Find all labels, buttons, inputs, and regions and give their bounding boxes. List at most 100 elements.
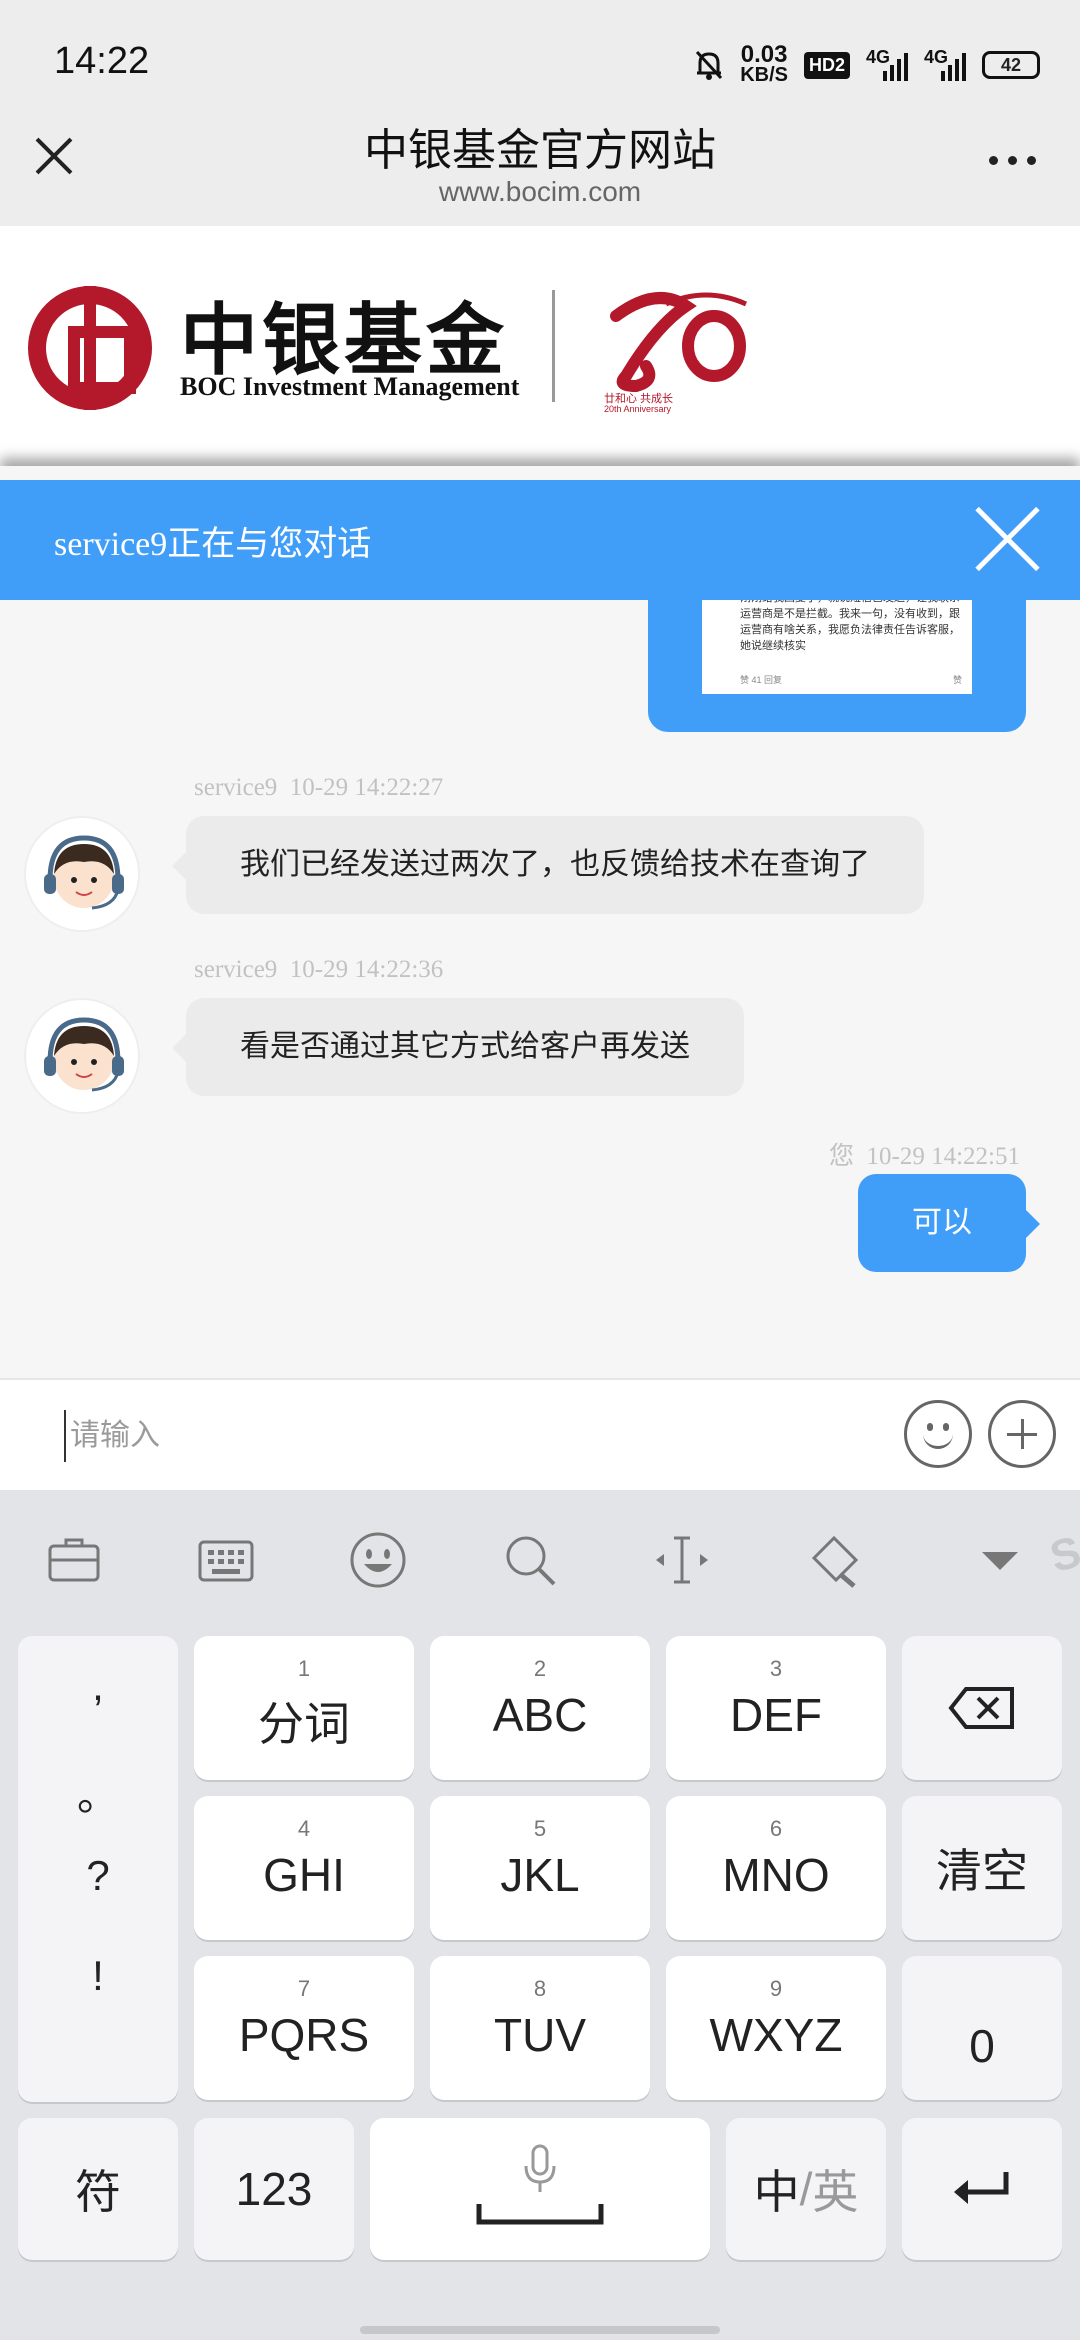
status-bar: 14:22 0.03 KB/S HD2 4G 4G 42 [0, 0, 1080, 120]
language-switch-key[interactable]: 中 / 英 [726, 2118, 886, 2260]
key-1[interactable]: 1 分词 [194, 1636, 414, 1780]
punct-exclamation[interactable]: ! [18, 1952, 178, 2000]
space-key[interactable] [370, 2118, 710, 2260]
emoji-button-icon[interactable] [904, 1400, 972, 1468]
image-message-text: 刚刚给我回复了，就说短信已发送，让我联系运营商是不是拦截。我来一句，没有收到，跟… [740, 600, 960, 652]
network-speed-value: 0.03 [740, 41, 788, 68]
ime-keyboard: S , 。 ? ! 1 分词 2 ABC 3 DEF 4 GHI 5 JKL 6… [0, 1490, 1080, 2340]
key-number: 9 [769, 1976, 783, 2001]
key-0[interactable]: 0 [902, 1956, 1062, 2100]
chat-input[interactable] [64, 1410, 864, 1462]
key-6[interactable]: 6 MNO [666, 1796, 886, 1940]
agent-avatar [24, 998, 140, 1114]
key-number: 1 [297, 1656, 311, 1681]
network-speed-unit: KB/S [740, 64, 788, 86]
browser-title-bar: 中银基金官方网站 www.bocim.com [0, 120, 1080, 226]
boc-logo-icon [28, 286, 152, 410]
message-time: 10-29 14:22:51 [866, 1143, 1020, 1170]
user-message-bubble: 可以 [858, 1174, 1040, 1272]
key-label: 分词 [258, 1698, 350, 1750]
punct-comma[interactable]: , [18, 1662, 178, 1710]
symbols-key-label: 符 [75, 2166, 121, 2218]
key-number: 2 [533, 1656, 547, 1681]
enter-key[interactable] [902, 2118, 1062, 2260]
cursor-move-icon[interactable] [652, 1530, 712, 1590]
network-speed: 0.03 KB/S [740, 41, 788, 86]
key-9[interactable]: 9 WXYZ [666, 1956, 886, 2100]
backspace-key[interactable] [902, 1636, 1062, 1780]
numbers-key[interactable]: 123 [194, 2118, 354, 2260]
key-label: DEF [730, 1689, 822, 1741]
image-message-footer-left: 赞 41 回复 [740, 675, 783, 685]
microphone-icon [524, 2144, 556, 2192]
message-meta: service9 10-29 14:22:27 [194, 774, 443, 802]
battery-icon: 42 [982, 51, 1040, 79]
anniversary-caption: 20th Anniversary [604, 404, 672, 414]
image-message-bubble[interactable]: 刚刚给我回复了，就说短信已发送，让我联系运营商是不是拦截。我来一句，没有收到，跟… [648, 600, 1026, 732]
signal-1-icon: 4G [866, 47, 908, 83]
key-number: 7 [297, 1976, 311, 2001]
key-2[interactable]: 2 ABC [430, 1636, 650, 1780]
keyboard-toolbar: S [0, 1490, 1080, 1620]
search-icon[interactable] [500, 1530, 560, 1590]
page-url: www.bocim.com [438, 176, 642, 207]
message-meta: 您 10-29 14:22:51 [829, 1136, 1020, 1172]
punct-period[interactable]: 。 [18, 1762, 178, 1823]
message-sender: service9 [194, 774, 278, 801]
message-time: 10-29 14:22:27 [289, 774, 444, 801]
message-time: 10-29 14:22:36 [289, 956, 444, 983]
theme-brush-icon[interactable] [804, 1530, 864, 1590]
add-attachment-icon[interactable] [988, 1400, 1056, 1468]
key-3[interactable]: 3 DEF [666, 1636, 886, 1780]
key-0-label: 0 [969, 2020, 995, 2072]
symbols-key[interactable]: 符 [18, 2118, 178, 2260]
key-number: 6 [769, 1816, 783, 1841]
image-message-thumbnail[interactable]: 刚刚给我回复了，就说短信已发送，让我联系运营商是不是拦截。我来一句，没有收到，跟… [702, 600, 972, 694]
home-indicator[interactable] [360, 2326, 720, 2334]
close-chat-icon[interactable] [972, 504, 1042, 574]
collapse-keyboard-icon[interactable] [970, 1530, 1030, 1590]
clear-key[interactable]: 清空 [902, 1796, 1062, 1940]
clear-key-label: 清空 [936, 1845, 1028, 1897]
logo-name-en: BOC Investment Management [180, 372, 520, 401]
agent-headset-icon [44, 835, 124, 910]
enter-icon [954, 2172, 1009, 2204]
agent-headset-icon [44, 1017, 124, 1092]
key-8[interactable]: 8 TUV [430, 1956, 650, 2100]
agent-message-bubble: 我们已经发送过两次了，也反馈给技术在查询了 [172, 816, 924, 914]
keyboard-layout-icon[interactable] [196, 1530, 256, 1590]
status-icons: 0.03 KB/S HD2 4G 4G 42 [694, 40, 1040, 90]
page-title: 中银基金官方网站 [364, 126, 716, 175]
sogou-logo: S [1044, 1527, 1080, 1582]
bank-header: 中银基金 BOC Investment Management 廿和心 共成长 2… [0, 226, 1080, 476]
image-message-footer-right: 赞 [952, 675, 962, 685]
key-number: 4 [297, 1816, 311, 1841]
numbers-key-label: 123 [235, 2163, 313, 2215]
toolbox-icon[interactable] [44, 1530, 104, 1590]
message-list[interactable]: 刚刚给我回复了，就说短信已发送，让我联系运营商是不是拦截。我来一句，没有收到，跟… [0, 600, 1080, 1378]
punct-question[interactable]: ? [18, 1852, 178, 1900]
key-label: JKL [500, 1849, 580, 1901]
key-5[interactable]: 5 JKL [430, 1796, 650, 1940]
language-switch-label: 中 / 英 [726, 2118, 886, 2260]
chat-header: service9正在与您对话 [0, 480, 1080, 600]
key-label: ABC [492, 1689, 588, 1741]
key-7[interactable]: 7 PQRS [194, 1956, 414, 2100]
space-bar-icon [476, 2204, 604, 2225]
key-label: PQRS [238, 2009, 370, 2061]
key-number: 5 [533, 1816, 547, 1841]
message-sender: 您 [829, 1143, 855, 1170]
key-label: WXYZ [709, 2009, 843, 2061]
key-4[interactable]: 4 GHI [194, 1796, 414, 1940]
key-label: GHI [263, 1849, 345, 1901]
hd-badge: HD2 [803, 51, 850, 79]
message-meta: service9 10-29 14:22:36 [194, 956, 443, 984]
punctuation-column[interactable]: , 。 ? ! [18, 1636, 178, 2102]
logo-divider [552, 290, 555, 402]
agent-message-bubble: 看是否通过其它方式给客户再发送 [172, 998, 744, 1096]
more-options-icon[interactable] [989, 156, 1036, 165]
emoji-keyboard-icon[interactable] [348, 1530, 408, 1590]
message-sender: service9 [194, 956, 278, 983]
status-time: 14:22 [54, 40, 150, 82]
anniversary-20-logo-icon [610, 292, 748, 393]
